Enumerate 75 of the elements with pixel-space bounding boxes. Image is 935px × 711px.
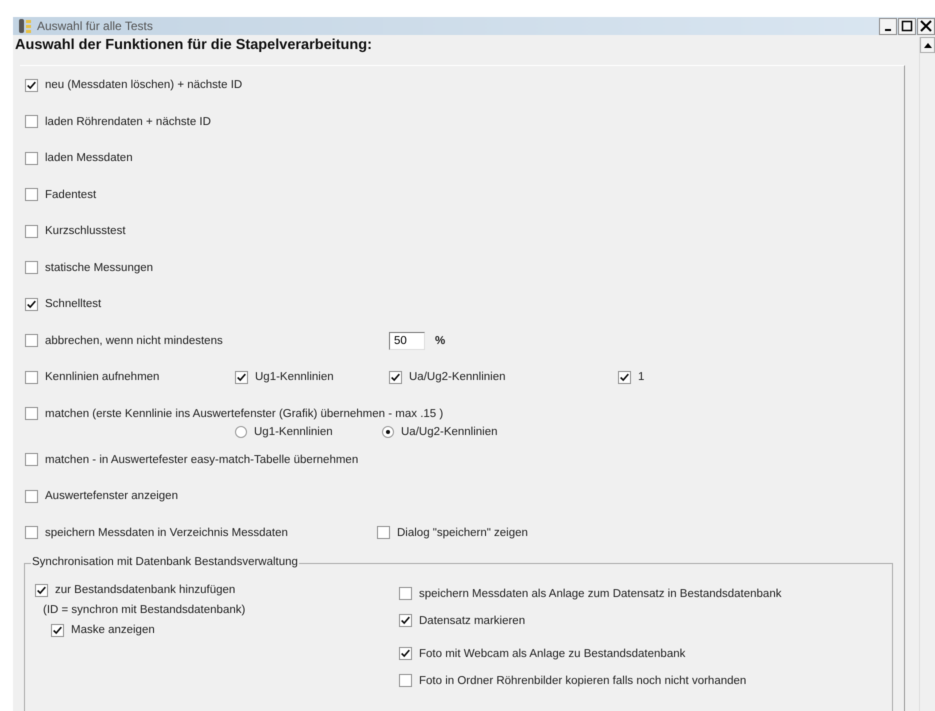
close-button[interactable] bbox=[917, 18, 935, 34]
option-label: laden Messdaten bbox=[45, 152, 133, 164]
checkmark-icon bbox=[52, 624, 63, 636]
checkmark-icon bbox=[619, 372, 630, 383]
maximize-icon bbox=[901, 20, 913, 32]
option-label: 1 bbox=[638, 371, 644, 384]
radio-label: Ua/Ug2-Kennlinien bbox=[401, 426, 498, 438]
checkbox[interactable] bbox=[25, 490, 38, 503]
form-heading: Auswahl der Funktionen für die Stapelverarbeitung: bbox=[15, 36, 373, 55]
option-label: Kurzschlusstest bbox=[45, 225, 126, 238]
radio-label: Ug1-Kennlinien bbox=[254, 426, 333, 438]
scrollbar[interactable] bbox=[919, 37, 935, 711]
checkbox[interactable] bbox=[25, 224, 38, 238]
radio-button[interactable] bbox=[382, 426, 394, 438]
checkbox[interactable] bbox=[399, 614, 412, 627]
checkbox[interactable] bbox=[35, 584, 48, 596]
option-label: Auswertefenster anzeigen bbox=[45, 490, 178, 502]
option-label: Schnelltest bbox=[45, 298, 102, 310]
option-label: Datensatz markieren bbox=[419, 614, 526, 626]
checkbox[interactable] bbox=[25, 115, 38, 128]
checkbox[interactable] bbox=[235, 370, 248, 384]
checkmark-icon bbox=[400, 648, 411, 659]
option-label: Dialog "speichern" zeigen bbox=[397, 526, 528, 539]
checkbox[interactable] bbox=[25, 298, 38, 311]
checkbox[interactable] bbox=[25, 453, 38, 466]
checkbox[interactable] bbox=[25, 188, 38, 202]
checkbox[interactable] bbox=[25, 152, 38, 165]
unit-label: % bbox=[435, 334, 446, 347]
close-icon bbox=[920, 20, 932, 32]
checkbox[interactable] bbox=[25, 407, 38, 420]
note-text: (ID = synchron mit Bestandsdatenbank) bbox=[43, 604, 246, 616]
checkbox[interactable] bbox=[389, 370, 402, 384]
checkbox[interactable] bbox=[399, 647, 412, 660]
option-label: laden Röhrendaten + nächste ID bbox=[45, 116, 211, 128]
checkbox[interactable] bbox=[377, 526, 390, 540]
checkbox[interactable] bbox=[51, 624, 64, 636]
option-label: speichern Messdaten in Verzeichnis Messdaten bbox=[45, 526, 288, 539]
option-label: matchen (erste Kennlinie ins Auswertefenster (Grafik) übernehmen - max .15 ) bbox=[45, 408, 444, 420]
app-icon bbox=[18, 18, 32, 34]
checkbox[interactable] bbox=[25, 370, 38, 384]
percent-field[interactable]: 50 bbox=[389, 332, 425, 350]
radio-button[interactable] bbox=[235, 426, 247, 438]
option-label: speichern Messdaten als Anlage zum Datensatz in Bestandsdatenbank bbox=[419, 588, 782, 600]
checkbox[interactable] bbox=[399, 674, 412, 687]
option-label: Fadentest bbox=[45, 188, 96, 201]
checkbox[interactable] bbox=[25, 261, 38, 274]
checkmark-icon bbox=[26, 298, 37, 310]
option-label: Foto mit Webcam als Anlage zu Bestandsdatenbank bbox=[419, 648, 686, 660]
minimize-button[interactable] bbox=[879, 18, 897, 34]
window-title: Auswahl für alle Tests bbox=[37, 19, 153, 33]
checkbox[interactable] bbox=[399, 587, 412, 600]
minimize-icon bbox=[885, 29, 891, 31]
maximize-button[interactable] bbox=[898, 18, 916, 34]
checkmark-icon bbox=[36, 584, 47, 596]
option-label: statische Messungen bbox=[45, 262, 154, 274]
option-label: Kennlinien aufnehmen bbox=[45, 371, 160, 384]
option-label: Maske anzeigen bbox=[71, 624, 155, 636]
scroll-up-button[interactable] bbox=[920, 37, 935, 53]
option-label: abbrechen, wenn nicht mindestens bbox=[45, 334, 223, 347]
option-label: Ug1-Kennlinien bbox=[255, 371, 334, 384]
checkbox[interactable] bbox=[25, 78, 38, 92]
option-label: neu (Messdaten löschen) + nächste ID bbox=[45, 79, 242, 92]
option-label: zur Bestandsdatenbank hinzufügen bbox=[55, 584, 236, 596]
checkbox[interactable] bbox=[25, 334, 38, 348]
option-label: matchen - in Auswertefester easy-match-Tabelle übernehmen bbox=[45, 454, 358, 466]
up-arrow-icon bbox=[924, 42, 932, 48]
option-label: Ua/Ug2-Kennlinien bbox=[409, 371, 506, 384]
checkmark-icon bbox=[400, 615, 411, 626]
group-legend: Synchronisation mit Datenbank Bestandsverwaltung bbox=[31, 556, 299, 568]
checkmark-icon bbox=[390, 372, 401, 383]
option-label: Foto in Ordner Röhrenbilder kopieren falls noch nicht vorhanden bbox=[419, 674, 746, 686]
checkbox[interactable] bbox=[618, 370, 631, 384]
checkbox[interactable] bbox=[25, 526, 38, 540]
checkmark-icon bbox=[26, 80, 37, 91]
checkmark-icon bbox=[236, 372, 247, 383]
